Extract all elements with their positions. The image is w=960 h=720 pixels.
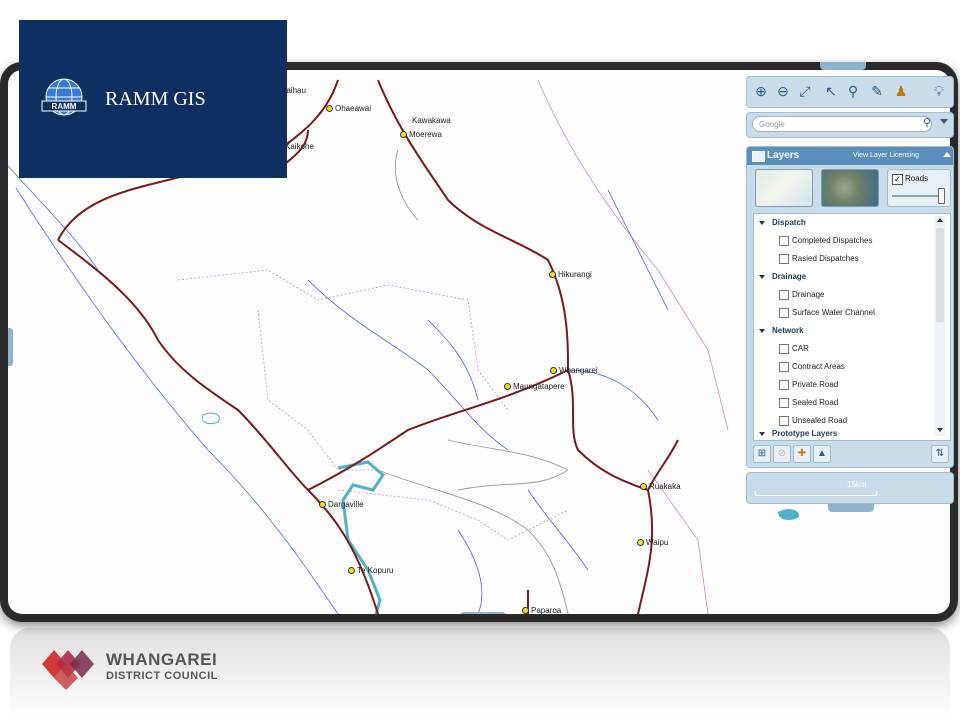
side-panel-tab[interactable] — [8, 328, 13, 366]
basemap-aerial-thumbnail[interactable] — [821, 169, 879, 207]
layer-item[interactable]: Contract Areas — [754, 358, 950, 376]
scale-panel: 15km — [746, 472, 954, 504]
full-extent-icon[interactable]: ⤢ — [795, 81, 815, 101]
layer-checkbox[interactable] — [779, 344, 789, 354]
scroll-down-icon[interactable] — [937, 428, 943, 432]
layer-checkbox[interactable] — [779, 380, 789, 390]
identify-icon[interactable]: ⚲ — [843, 81, 863, 101]
org-subtitle: DISTRICT COUNCIL — [106, 670, 218, 682]
zoom-out-icon[interactable]: ⊖ — [773, 81, 793, 101]
opacity-slider[interactable] — [892, 195, 940, 197]
layer-tools-icon[interactable]: ✚ — [793, 445, 811, 463]
town-maungatapere: Maungatapere — [504, 382, 565, 391]
layer-item[interactable]: Sealed Road — [754, 394, 950, 412]
layer-checkbox[interactable] — [779, 254, 789, 264]
app-title: RAMM GIS — [105, 88, 206, 110]
layer-checkbox[interactable] — [779, 398, 789, 408]
layers-title: Layers — [767, 150, 800, 161]
layer-checkbox[interactable] — [779, 290, 789, 300]
top-panel-tab[interactable] — [820, 62, 866, 70]
zoom-in-icon[interactable]: ⊕ — [751, 81, 771, 101]
town-te-kopuru: Te Kopuru — [348, 566, 393, 575]
layer-item[interactable]: Drainage — [754, 286, 950, 304]
layer-item[interactable]: Rasied Dispatches — [754, 250, 950, 268]
group-dispatch[interactable]: Dispatch — [754, 214, 950, 232]
layers-panel: Layers View Layer Licensing ✓ Roads Disp… — [746, 146, 954, 468]
remove-layer-icon[interactable]: ⊘ — [773, 445, 791, 463]
town-paparoa: Paparoa — [522, 606, 561, 614]
layer-checkbox[interactable] — [779, 236, 789, 246]
group-network[interactable]: Network — [754, 322, 950, 340]
layers-header: Layers View Layer Licensing — [747, 147, 953, 165]
roads-label: Roads — [905, 174, 929, 183]
layer-list: Dispatch Completed Dispatches Rasied Dis… — [753, 213, 951, 441]
town-ruakaka: Ruakaka — [640, 482, 681, 491]
town-hikurangi: Hikurangi — [549, 270, 592, 279]
town-dargaville: Dargaville — [319, 500, 364, 509]
layer-licensing-link[interactable]: View Layer Licensing — [853, 152, 919, 159]
layer-checkbox[interactable] — [779, 416, 789, 426]
layer-item[interactable]: CAR — [754, 340, 950, 358]
town-whangarei: Whangarei — [550, 366, 598, 375]
layer-checkbox[interactable] — [779, 362, 789, 372]
roads-checkbox[interactable]: ✓ — [892, 174, 903, 185]
map-toolbar: ⊕ ⊖ ⤢ ↖ ⚲ ✎ ♟ 💡︎ — [746, 76, 954, 108]
roads-overlay-control: ✓ Roads — [887, 169, 951, 207]
scale-label: 15km — [847, 480, 867, 489]
bottom-panel-tab[interactable] — [460, 612, 506, 614]
scale-panel-tab[interactable] — [828, 504, 874, 512]
svg-text:RAMM: RAMM — [52, 102, 77, 111]
layer-item[interactable]: Unsealed Road — [754, 412, 950, 430]
layer-list-scrollbar[interactable] — [935, 216, 945, 436]
scroll-up-icon[interactable] — [937, 218, 943, 222]
ramm-gis-banner: RAMM RAMM GIS — [19, 20, 287, 178]
opacity-slider-thumb[interactable] — [938, 188, 945, 204]
layer-checkbox[interactable] — [779, 308, 789, 318]
town-waipu: Waipu — [637, 538, 668, 547]
layers-footer: ⊞ ⊘ ✚ ▲ ⇅ — [747, 443, 953, 465]
search-input[interactable]: Google — [752, 116, 932, 132]
add-layer-icon[interactable]: ⊞ — [753, 445, 771, 463]
layer-item[interactable]: Completed Dispatches — [754, 232, 950, 250]
basemap-map-thumbnail[interactable] — [755, 169, 813, 207]
lightbulb-icon[interactable]: 💡︎ — [929, 81, 949, 101]
scale-bar — [755, 491, 877, 496]
layer-item[interactable]: Private Road — [754, 376, 950, 394]
group-prototype-layers[interactable]: Prototype Layers — [754, 430, 950, 438]
street-view-icon[interactable]: ♟ — [891, 81, 911, 101]
search-icon[interactable]: ⚲ — [923, 116, 931, 129]
group-drainage[interactable]: Drainage — [754, 268, 950, 286]
town-ohaeawai: Ohaeawai — [326, 104, 371, 113]
draw-pencil-icon[interactable]: ✎ — [867, 81, 887, 101]
sort-layers-icon[interactable]: ⇅ — [931, 445, 949, 463]
wdc-chevron-logo — [42, 650, 94, 690]
town-moerewa: Moerewa — [400, 130, 442, 139]
layer-item[interactable]: Surface Water Channel — [754, 304, 950, 322]
org-name: WHANGAREI — [106, 650, 218, 669]
layer-legend-icon[interactable]: ▲ — [813, 445, 831, 463]
chevron-down-icon[interactable] — [940, 119, 948, 124]
layers-icon — [752, 151, 765, 162]
town-kawakawa: Kawakawa — [412, 116, 451, 125]
collapse-icon[interactable] — [943, 152, 951, 157]
ramm-globe-icon: RAMM — [41, 78, 87, 116]
select-pointer-icon[interactable]: ↖ — [821, 81, 841, 101]
scroll-thumb[interactable] — [936, 228, 944, 322]
search-bar: Google ⚲ — [746, 112, 954, 138]
